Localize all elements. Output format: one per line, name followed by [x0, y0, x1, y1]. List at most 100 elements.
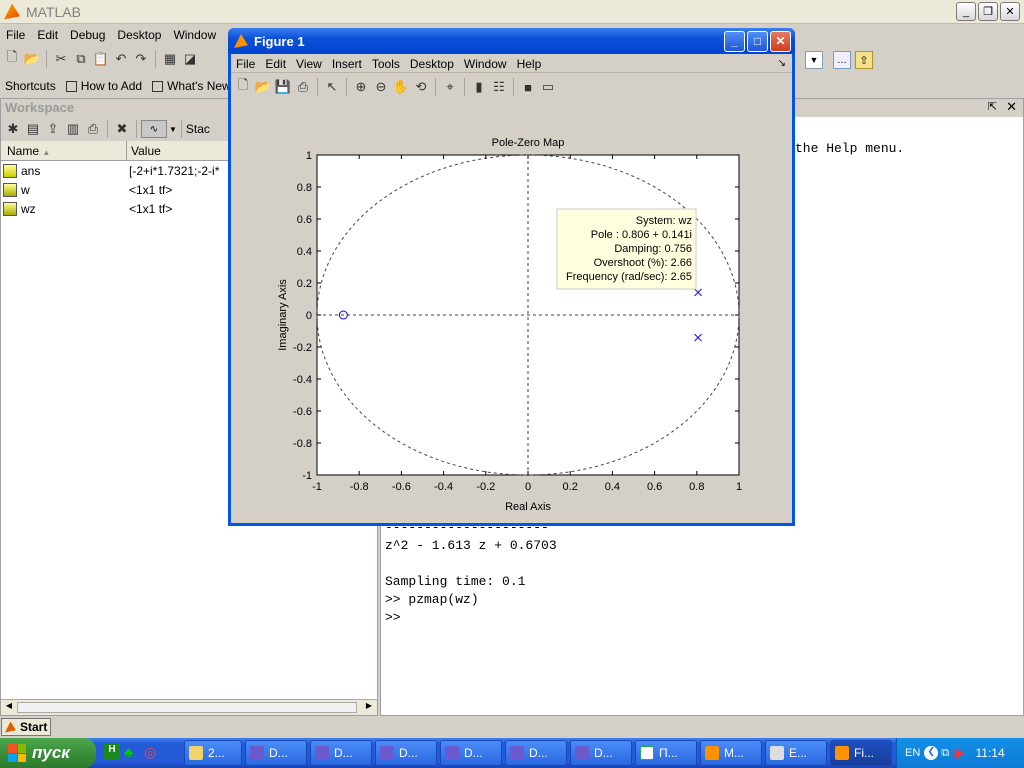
- guide-icon[interactable]: ◪: [180, 49, 200, 69]
- redo-icon[interactable]: ↷: [131, 49, 151, 69]
- edit-plot-arrow-icon[interactable]: ↖: [322, 77, 342, 97]
- fig-menu-view[interactable]: View: [291, 57, 327, 71]
- zoom-out-icon[interactable]: ⊖: [371, 77, 391, 97]
- fig-menu-file[interactable]: File: [231, 57, 260, 71]
- x-tick-label: -0.4: [434, 481, 453, 493]
- task-item[interactable]: D...: [245, 740, 307, 766]
- restore-button[interactable]: ❐: [978, 2, 998, 21]
- print-icon[interactable]: ⎙: [83, 119, 103, 139]
- fig-menu-edit[interactable]: Edit: [260, 57, 291, 71]
- y-tick-label: 0.4: [297, 246, 312, 258]
- network-icon[interactable]: ⧉: [941, 747, 949, 760]
- datatip-line: Frequency (rad/sec): 2.65: [566, 271, 692, 283]
- fig-menu-tools[interactable]: Tools: [367, 57, 405, 71]
- save-workspace-icon[interactable]: ▥: [63, 119, 83, 139]
- task-item[interactable]: D...: [310, 740, 372, 766]
- figure-minimize-button[interactable]: _: [724, 30, 745, 52]
- start-button[interactable]: пуск: [0, 738, 96, 768]
- close-panel-icon[interactable]: ✕: [1006, 99, 1017, 115]
- var-name: wz: [21, 201, 36, 216]
- fig-menu-insert[interactable]: Insert: [327, 57, 367, 71]
- task-item[interactable]: D...: [375, 740, 437, 766]
- paste-icon[interactable]: 📋: [91, 49, 111, 69]
- pan-hand-icon[interactable]: ✋: [391, 77, 411, 97]
- figure-maximize-button[interactable]: □: [747, 30, 768, 52]
- task-item[interactable]: M...: [700, 740, 762, 766]
- hide-tools-icon[interactable]: ■: [518, 77, 538, 97]
- task-item-active[interactable]: Fi...: [830, 740, 892, 766]
- undock-icon[interactable]: ⇱: [988, 100, 997, 113]
- new-variable-icon[interactable]: ✱: [3, 119, 23, 139]
- quicklaunch-media-icon[interactable]: ◎: [144, 744, 160, 760]
- colorbar-icon[interactable]: ▮: [469, 77, 489, 97]
- y-tick-label: 1: [306, 150, 312, 162]
- figure-window: Figure 1 _ □ ✕ File Edit View Insert Too…: [228, 28, 795, 526]
- task-item[interactable]: D...: [570, 740, 632, 766]
- fig-open-icon[interactable]: 📂: [253, 77, 273, 97]
- dock-arrow-icon[interactable]: ↘: [778, 58, 786, 69]
- task-item[interactable]: 2...: [184, 740, 242, 766]
- matlab-start-button[interactable]: Start: [1, 718, 51, 736]
- col-name-header[interactable]: Name ▲: [1, 141, 127, 160]
- cut-icon[interactable]: ✂: [51, 49, 71, 69]
- legend-icon[interactable]: ☷: [489, 77, 509, 97]
- plot-selector-button[interactable]: ∿: [141, 120, 167, 138]
- simulink-icon[interactable]: ▦: [160, 49, 180, 69]
- menu-file[interactable]: File: [0, 28, 31, 42]
- figure-title: Figure 1: [254, 33, 305, 49]
- up-folder-icon[interactable]: ⇧: [855, 51, 873, 69]
- task-item[interactable]: D...: [505, 740, 567, 766]
- menu-debug[interactable]: Debug: [64, 28, 111, 42]
- datatip-line: Pole : 0.806 + 0.141i: [591, 229, 692, 241]
- browse-button[interactable]: …: [833, 51, 851, 69]
- open-file-icon[interactable]: 📂: [22, 49, 42, 69]
- new-file-icon[interactable]: 🗋: [2, 49, 22, 69]
- whats-new-link[interactable]: What's New: [167, 79, 231, 93]
- how-to-add-link[interactable]: How to Add: [81, 79, 142, 93]
- polynomial-line: z^2 - 1.613 z + 0.6703: [385, 538, 557, 553]
- pole-zero-plot[interactable]: -1 -0.8 -0.6 -0.4 -0.2 0 0.2 0.4 0.6 0.8 1 1 0.8 0.6 0…: [231, 100, 792, 523]
- fig-menu-window[interactable]: Window: [459, 57, 512, 71]
- matlab-titlebar: MATLAB _ ❐ ✕: [0, 0, 1024, 24]
- language-indicator[interactable]: EN: [905, 747, 920, 759]
- menu-desktop[interactable]: Desktop: [111, 28, 167, 42]
- close-button[interactable]: ✕: [1000, 2, 1020, 21]
- horizontal-scrollbar[interactable]: ◀ ▶: [1, 699, 377, 715]
- show-tools-icon[interactable]: ▭: [538, 77, 558, 97]
- opera-icon[interactable]: ◉: [952, 745, 963, 761]
- figure-close-button[interactable]: ✕: [770, 30, 791, 52]
- plot-selector-arrow[interactable]: ▼: [169, 125, 177, 134]
- task-item[interactable]: П...: [635, 740, 697, 766]
- fig-print-icon[interactable]: ⎙: [293, 77, 313, 97]
- quicklaunch-app-icon[interactable]: H: [104, 744, 120, 760]
- status-bar: Start: [0, 716, 1024, 738]
- fig-new-icon[interactable]: 🗋: [233, 77, 253, 97]
- x-tick-label: -1: [312, 481, 322, 493]
- menu-window[interactable]: Window: [167, 28, 222, 42]
- menu-edit[interactable]: Edit: [31, 28, 64, 42]
- copy-icon[interactable]: ⧉: [71, 49, 91, 69]
- task-item[interactable]: D...: [440, 740, 502, 766]
- import-data-icon[interactable]: ⇪: [43, 119, 63, 139]
- fig-menu-desktop[interactable]: Desktop: [405, 57, 459, 71]
- fig-save-icon[interactable]: 💾: [273, 77, 293, 97]
- taskbar-items: 2... D... D... D... D... D... D... П... …: [184, 740, 892, 766]
- zoom-in-icon[interactable]: ⊕: [351, 77, 371, 97]
- open-variable-icon[interactable]: ▤: [23, 119, 43, 139]
- prompt-line: >>: [385, 610, 401, 625]
- undo-icon[interactable]: ↶: [111, 49, 131, 69]
- delete-variable-icon[interactable]: ✖: [112, 119, 132, 139]
- y-tick-label: -1: [302, 470, 312, 482]
- data-cursor-icon[interactable]: ⌖: [440, 77, 460, 97]
- dir-dropdown-button[interactable]: ▼: [805, 51, 823, 69]
- x-tick-label: 0.4: [605, 481, 620, 493]
- minimize-button[interactable]: _: [956, 2, 976, 21]
- fig-menu-help[interactable]: Help: [512, 57, 547, 71]
- y-tick-label: -0.2: [293, 342, 312, 354]
- sampling-line: Sampling time: 0.1: [385, 574, 526, 589]
- x-tick-label: 0.8: [689, 481, 704, 493]
- task-item[interactable]: E...: [765, 740, 827, 766]
- rotate-icon[interactable]: ⟲: [411, 77, 431, 97]
- quicklaunch-game-icon[interactable]: ♣: [124, 744, 140, 760]
- tray-expand-icon[interactable]: ❮: [924, 746, 939, 760]
